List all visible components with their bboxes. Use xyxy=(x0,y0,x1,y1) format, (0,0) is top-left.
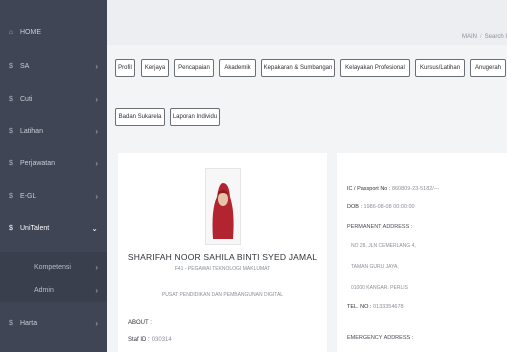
dollar-icon: $ xyxy=(9,224,13,232)
breadcrumb-separator: / xyxy=(479,34,482,40)
tab-kursus-latihan[interactable]: Kursus/Latihan xyxy=(415,59,465,77)
tab-badan-sukarela[interactable]: Badan Sukarela xyxy=(115,108,165,126)
address-line: TAMAN GURU JAYA, xyxy=(351,264,399,270)
staff-id-value: 030314 xyxy=(151,337,172,343)
sidebar-item-egl[interactable]: $ E-GL › xyxy=(0,186,107,206)
sidebar-item-label: Perjawatan xyxy=(20,159,56,167)
ic-row: IC / Passport No : 860809-23-5182/--- xyxy=(347,186,439,192)
chevron-right-icon: › xyxy=(95,285,98,295)
chevron-right-icon: › xyxy=(95,126,98,136)
chevron-right-icon: › xyxy=(95,94,98,104)
tab-laporan-individu[interactable]: Laporan Individu xyxy=(170,108,220,126)
tab-kerjaya[interactable]: Kerjaya xyxy=(141,59,169,77)
sidebar-item-label: Admin xyxy=(34,286,54,294)
breadcrumb-current: Search I xyxy=(484,34,507,40)
tab-anugerah[interactable]: Anugerah xyxy=(470,59,506,77)
home-icon: ⌂ xyxy=(8,28,14,36)
profile-department: PUSAT PENDIDIKAN DAN PEMBANGUNAN DIGITAL xyxy=(161,292,284,298)
chevron-right-icon: › xyxy=(95,318,98,328)
sidebar-item-label: E-GL xyxy=(20,192,37,200)
address-line: 01000 KANGAR, PERLIS xyxy=(351,285,408,291)
profile-name: SHARIFAH NOOR SAHILA BINTI SYED JAMAL xyxy=(127,252,318,262)
ic-label: IC / Passport No : xyxy=(347,186,391,192)
sidebar-item-label: Cuti xyxy=(20,95,33,103)
profile-photo-image xyxy=(206,169,240,244)
top-bar: MAIN / Search I xyxy=(107,0,507,45)
sidebar-item-unitalent[interactable]: $ UniTalent ⌄ xyxy=(0,218,107,238)
dollar-icon: $ xyxy=(9,62,13,70)
dollar-icon: $ xyxy=(9,319,13,327)
dollar-icon: $ xyxy=(9,192,13,200)
sidebar-item-sa[interactable]: $ SA › xyxy=(0,56,107,76)
dob-label: DOB : xyxy=(347,204,362,210)
dollar-icon: $ xyxy=(9,127,13,135)
chevron-right-icon: › xyxy=(95,191,98,201)
sidebar-item-label: SA xyxy=(20,62,30,70)
sidebar: ⌂ HOME $ SA › $ Cuti › $ Latihan › $ Per… xyxy=(0,0,107,352)
profile-photo xyxy=(205,168,241,245)
chevron-down-icon: ⌄ xyxy=(91,223,98,233)
staff-id: Staf ID :030314 xyxy=(128,337,172,343)
tab-pencapaian[interactable]: Pencapaian xyxy=(174,59,214,77)
staff-id-label: Staf ID : xyxy=(128,337,150,343)
tab-akademik[interactable]: Akademik xyxy=(219,59,256,77)
sidebar-item-label: Latihan xyxy=(20,127,43,135)
ic-value: 860809-23-5182/--- xyxy=(391,186,440,192)
sidebar-subitem-admin[interactable]: Admin › xyxy=(0,280,107,300)
sidebar-item-label: UniTalent xyxy=(20,224,50,232)
tel-label: TEL. NO : xyxy=(347,304,372,310)
chevron-right-icon: › xyxy=(95,262,98,272)
permanent-address-label: PERMANENT ADDRESS : xyxy=(347,224,413,230)
tab-kepakaran-sumbangan[interactable]: Kepakaran & Sumbangan xyxy=(261,59,335,77)
sidebar-item-latihan[interactable]: $ Latihan › xyxy=(0,121,107,141)
about-label: ABOUT : xyxy=(128,320,152,326)
tab-profil[interactable]: Profil xyxy=(115,59,135,77)
sidebar-subitem-kompetensi[interactable]: Kompetensi › xyxy=(0,257,107,277)
breadcrumb: MAIN / Search I xyxy=(462,34,507,40)
dob-row: DOB : 1986-08-08 00:00:00 xyxy=(347,204,415,210)
tab-kelayakan-profesional[interactable]: Kelayakan Profesional xyxy=(340,59,410,77)
sidebar-item-home[interactable]: ⌂ HOME xyxy=(0,22,107,42)
tel-value: 0133354678 xyxy=(372,304,404,310)
dollar-icon: $ xyxy=(9,159,13,167)
emergency-address-label: EMERGENCY ADDRESS : xyxy=(347,335,414,341)
sidebar-item-cuti[interactable]: $ Cuti › xyxy=(0,89,107,109)
profile-card: SHARIFAH NOOR SAHILA BINTI SYED JAMAL F4… xyxy=(118,153,327,352)
sidebar-item-label: Kompetensi xyxy=(34,263,71,271)
sidebar-item-label: HOME xyxy=(20,28,41,36)
chevron-right-icon: › xyxy=(95,61,98,71)
sidebar-item-perjawatan[interactable]: $ Perjawatan › xyxy=(0,153,107,173)
breadcrumb-main[interactable]: MAIN xyxy=(462,34,477,40)
dob-value: 1986-08-08 00:00:00 xyxy=(363,204,415,210)
tel-row: TEL. NO : 0133354678 xyxy=(347,304,404,310)
dollar-icon: $ xyxy=(9,95,13,103)
chevron-right-icon: › xyxy=(95,158,98,168)
details-card: IC / Passport No : 860809-23-5182/--- DO… xyxy=(337,153,507,352)
sidebar-item-harta[interactable]: $ Harta › xyxy=(0,313,107,333)
address-line: NO 28, JLN CEMERLANG 4, xyxy=(351,243,416,249)
sidebar-item-label: Harta xyxy=(20,319,38,327)
profile-position: F41 - PEGAWAI TEKNOLOGI MAKLUMAT xyxy=(174,266,271,272)
